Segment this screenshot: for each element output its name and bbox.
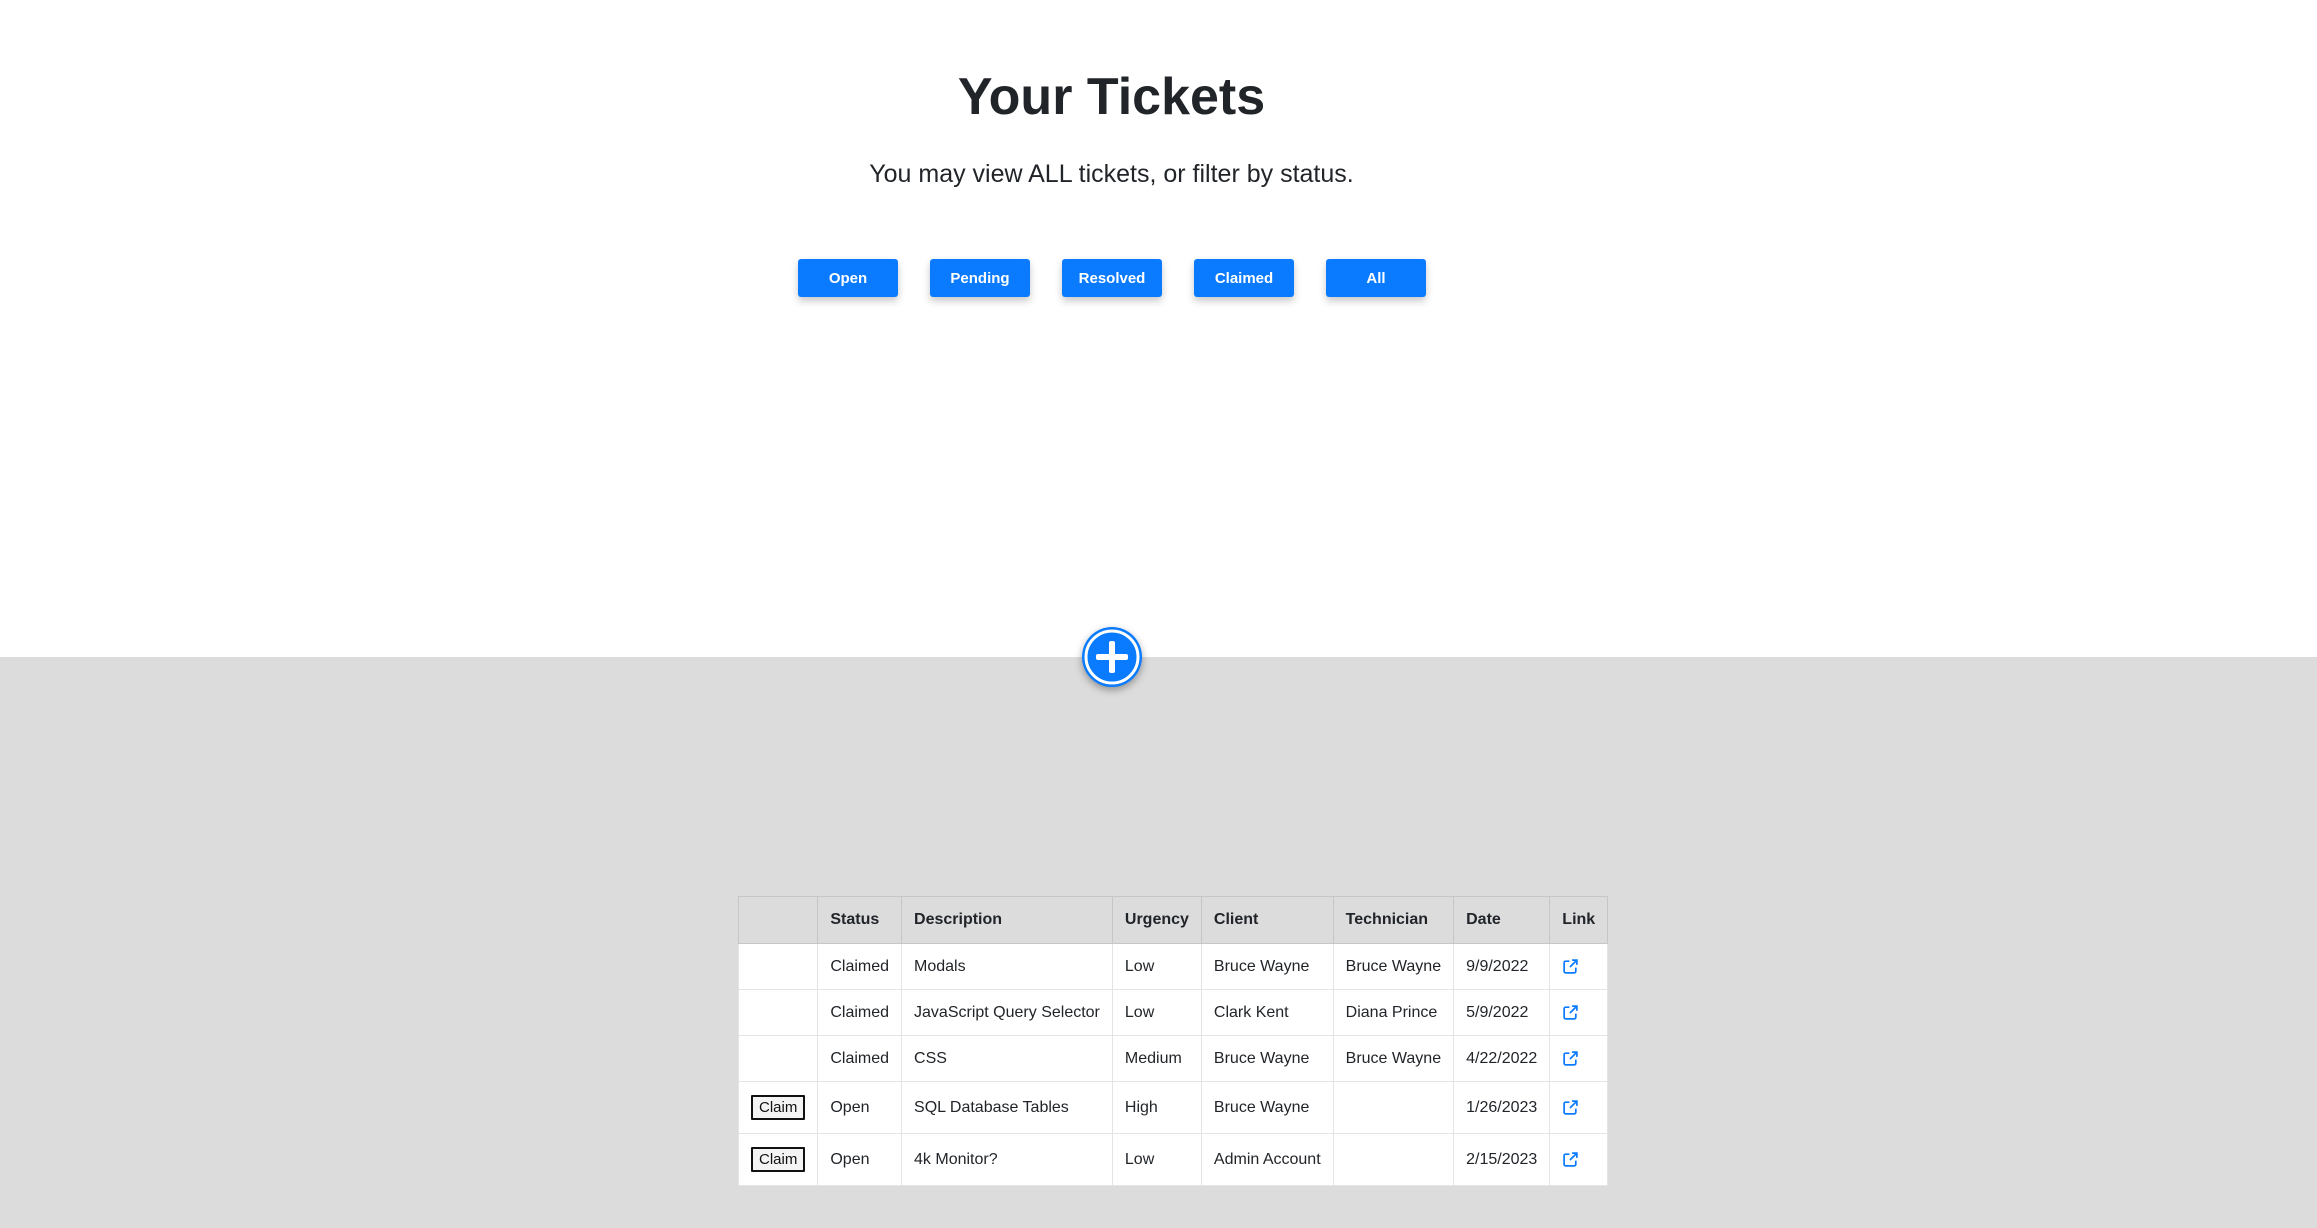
header-section: Your Tickets You may view ALL tickets, o… — [0, 0, 2317, 657]
technician-cell: Diana Prince — [1332, 989, 1455, 1036]
technician-cell: Bruce Wayne — [1332, 943, 1455, 990]
claim-cell: Claim — [737, 1133, 819, 1186]
filter-claimed-button[interactable]: Claimed — [1194, 259, 1294, 297]
external-link-icon[interactable] — [1562, 1099, 1579, 1116]
filter-pending-button[interactable]: Pending — [930, 259, 1030, 297]
link-cell — [1549, 989, 1609, 1036]
link-cell — [1549, 1081, 1609, 1134]
description-cell: CSS — [901, 1035, 1113, 1082]
urgency-cell: High — [1111, 1081, 1202, 1134]
external-link-icon[interactable] — [1562, 1151, 1579, 1168]
external-link-icon[interactable] — [1562, 1050, 1579, 1067]
table-row: Claimed CSS Medium Bruce Wayne Bruce Way… — [737, 1035, 1609, 1082]
client-cell: Admin Account — [1200, 1133, 1334, 1186]
client-cell: Bruce Wayne — [1200, 1081, 1334, 1134]
date-cell: 4/22/2022 — [1453, 1035, 1551, 1082]
external-link-icon[interactable] — [1562, 1004, 1579, 1021]
column-header-client: Client — [1200, 896, 1334, 944]
link-cell — [1549, 1035, 1609, 1082]
tickets-table: Status Description Urgency Client Techni… — [737, 896, 1609, 1186]
technician-cell: Bruce Wayne — [1332, 1035, 1455, 1082]
claim-cell — [737, 1035, 819, 1082]
column-header-link: Link — [1549, 896, 1609, 944]
table-row: Claimed Modals Low Bruce Wayne Bruce Way… — [737, 943, 1609, 990]
column-header-claim — [737, 896, 819, 944]
filter-resolved-button[interactable]: Resolved — [1062, 259, 1162, 297]
claim-cell — [737, 989, 819, 1036]
filter-open-button[interactable]: Open — [798, 259, 898, 297]
description-cell: 4k Monitor? — [901, 1133, 1113, 1186]
claim-cell — [737, 943, 819, 990]
status-cell: Open — [817, 1133, 903, 1186]
table-row: Claim Open 4k Monitor? Low Admin Account… — [737, 1133, 1609, 1186]
column-header-description: Description — [901, 896, 1113, 944]
status-cell: Open — [817, 1081, 903, 1134]
client-cell: Clark Kent — [1200, 989, 1334, 1036]
description-cell: JavaScript Query Selector — [901, 989, 1113, 1036]
column-header-date: Date — [1453, 896, 1551, 944]
urgency-cell: Medium — [1111, 1035, 1202, 1082]
filter-all-button[interactable]: All — [1326, 259, 1426, 297]
claim-button[interactable]: Claim — [751, 1147, 806, 1172]
column-header-technician: Technician — [1332, 896, 1455, 944]
urgency-cell: Low — [1111, 1133, 1202, 1186]
client-cell: Bruce Wayne — [1200, 1035, 1334, 1082]
status-cell: Claimed — [817, 943, 903, 990]
date-cell: 5/9/2022 — [1453, 989, 1551, 1036]
add-ticket-button[interactable] — [1082, 627, 1142, 687]
column-header-urgency: Urgency — [1111, 896, 1202, 944]
date-cell: 9/9/2022 — [1453, 943, 1551, 990]
column-header-status: Status — [817, 896, 903, 944]
urgency-cell: Low — [1111, 943, 1202, 990]
urgency-cell: Low — [1111, 989, 1202, 1036]
page-title: Your Tickets — [957, 68, 1266, 126]
description-cell: SQL Database Tables — [901, 1081, 1113, 1134]
status-cell: Claimed — [817, 989, 903, 1036]
link-cell — [1549, 943, 1609, 990]
claim-button[interactable]: Claim — [751, 1095, 806, 1120]
table-row: Claimed JavaScript Query Selector Low Cl… — [737, 989, 1609, 1036]
claim-cell: Claim — [737, 1081, 819, 1134]
plus-circle-icon — [1084, 629, 1140, 685]
table-header-row: Status Description Urgency Client Techni… — [737, 896, 1609, 944]
page-subtitle: You may view ALL tickets, or filter by s… — [869, 160, 1354, 188]
status-filter-bar: Open Pending Resolved Claimed All — [0, 259, 2223, 297]
technician-cell — [1332, 1133, 1455, 1186]
date-cell: 2/15/2023 — [1453, 1133, 1551, 1186]
client-cell: Bruce Wayne — [1200, 943, 1334, 990]
table-row: Claim Open SQL Database Tables High Bruc… — [737, 1081, 1609, 1134]
description-cell: Modals — [901, 943, 1113, 990]
date-cell: 1/26/2023 — [1453, 1081, 1551, 1134]
link-cell — [1549, 1133, 1609, 1186]
technician-cell — [1332, 1081, 1455, 1134]
external-link-icon[interactable] — [1562, 958, 1579, 975]
status-cell: Claimed — [817, 1035, 903, 1082]
